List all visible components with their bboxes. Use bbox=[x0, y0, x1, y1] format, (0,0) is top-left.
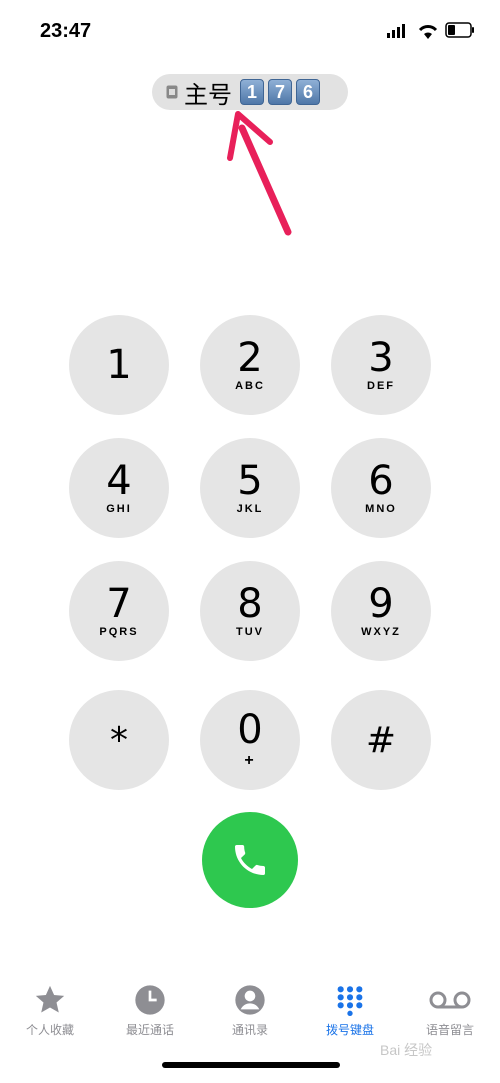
key-letters: PQRS bbox=[99, 626, 139, 638]
key-digit: 3 bbox=[368, 335, 394, 381]
tab-favorites[interactable]: 个人收藏 bbox=[0, 975, 100, 1045]
clock-icon bbox=[134, 981, 166, 1019]
home-indicator[interactable] bbox=[162, 1062, 340, 1068]
tab-label: 拨号键盘 bbox=[325, 1023, 374, 1037]
key-8[interactable]: 8 TUV bbox=[200, 561, 300, 661]
key-1[interactable]: 1 bbox=[69, 315, 169, 415]
key-9[interactable]: 9 WXYZ bbox=[331, 561, 431, 661]
key-5[interactable]: 5 JKL bbox=[200, 438, 300, 538]
key-3[interactable]: 3 DEF bbox=[331, 315, 431, 415]
key-letters: MNO bbox=[365, 503, 397, 515]
key-digit: 0 bbox=[237, 707, 263, 753]
key-digit: 6 bbox=[368, 458, 394, 504]
tab-label: 通讯录 bbox=[231, 1023, 268, 1037]
keypad-icon bbox=[334, 981, 366, 1019]
key-2[interactable]: 2 ABC bbox=[200, 315, 300, 415]
key-digit: 1 bbox=[106, 342, 132, 388]
tab-voicemail[interactable]: 语音留言 bbox=[400, 975, 500, 1045]
key-letters: GHI bbox=[106, 503, 132, 515]
key-7[interactable]: 7 PQRS bbox=[69, 561, 169, 661]
key-digit: 2 bbox=[237, 335, 263, 381]
voicemail-icon bbox=[428, 981, 472, 1019]
key-4[interactable]: 4 GHI bbox=[69, 438, 169, 538]
key-digit: 5 bbox=[237, 458, 263, 504]
tab-keypad[interactable]: 拨号键盘 bbox=[300, 975, 400, 1045]
call-button[interactable] bbox=[202, 812, 298, 908]
key-digit: 7 bbox=[106, 581, 132, 627]
keypad: 1 2 ABC 3 DEF 4 GHI 5 JKL 6 MNO 7 PQRS 8… bbox=[0, 0, 500, 900]
key-digit: * bbox=[110, 719, 128, 761]
key-letters: ABC bbox=[235, 380, 265, 392]
star-icon bbox=[33, 981, 67, 1019]
tab-contacts[interactable]: 通讯录 bbox=[200, 975, 300, 1045]
tab-recents[interactable]: 最近通话 bbox=[100, 975, 200, 1045]
key-letters: JKL bbox=[236, 503, 264, 515]
phone-icon bbox=[235, 845, 265, 875]
key-hash[interactable]: # bbox=[331, 690, 431, 790]
watermark: Bai 经验 bbox=[380, 1042, 433, 1058]
tab-label: 个人收藏 bbox=[25, 1023, 74, 1037]
key-digit: # bbox=[365, 719, 397, 761]
key-digit: 8 bbox=[237, 581, 263, 627]
key-letters: + bbox=[244, 752, 256, 769]
key-0[interactable]: 0 + bbox=[200, 690, 300, 790]
key-digit: 4 bbox=[106, 458, 132, 504]
key-letters: WXYZ bbox=[361, 626, 401, 638]
key-letters: DEF bbox=[367, 380, 395, 392]
key-star[interactable]: * bbox=[69, 690, 169, 790]
contact-icon bbox=[234, 981, 266, 1019]
key-letters: TUV bbox=[236, 626, 264, 638]
tab-label: 语音留言 bbox=[425, 1023, 474, 1037]
key-6[interactable]: 6 MNO bbox=[331, 438, 431, 538]
tab-label: 最近通话 bbox=[125, 1023, 174, 1037]
key-digit: 9 bbox=[368, 581, 394, 627]
